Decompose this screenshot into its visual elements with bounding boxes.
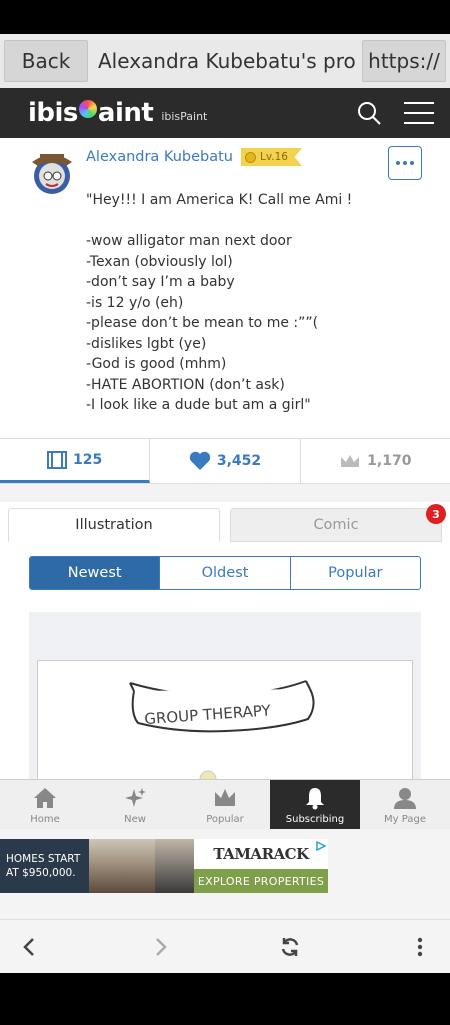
sort-bar: Newest Oldest Popular [29,556,421,590]
followers-stat[interactable]: 1,170 [301,439,450,483]
system-nav-area [0,973,450,1025]
sort-oldest-button[interactable]: Oldest [160,557,291,589]
refresh-icon[interactable] [278,935,302,959]
nav-mypage-label: My Page [384,814,426,825]
search-icon[interactable] [356,100,382,126]
logo-subtitle: ibisPaint [161,109,208,123]
film-icon [47,450,68,469]
ad-headline: HOMES START AT $950,000. [0,839,89,893]
heart-icon [189,451,211,470]
likes-stat[interactable]: 3,452 [150,439,301,483]
divider-band [0,484,450,502]
followers-count: 1,170 [367,453,412,469]
coin-icon [245,151,256,163]
avatar[interactable] [26,146,78,198]
back-button[interactable]: Back [4,40,88,82]
logo-text-left: ibis [28,98,78,128]
user-icon [394,788,416,809]
ad-banner[interactable]: HOMES START AT $950,000. TAMARACK EXPLOR… [0,829,450,919]
tab-comic[interactable]: Comic [230,508,442,542]
category-tabs: Illustration Comic [0,502,450,544]
nav-popular[interactable]: Popular [180,780,270,829]
profile-section: Alexandra Kubebatu Lv.16 "Hey!!! I am Am… [0,138,450,416]
nav-new[interactable]: New [90,780,180,829]
app-header: ibis aint ibisPaint [0,88,450,138]
comic-badge: 3 [426,504,446,524]
nav-subscribing[interactable]: Subscribing [270,780,360,829]
logo-text-right: aint [97,98,154,128]
home-icon [34,788,56,808]
nav-new-label: New [124,814,146,825]
forward-arrow-icon[interactable] [148,935,172,959]
ad-cta-button[interactable]: EXPLORE PROPERTIES [194,869,328,893]
more-vertical-icon[interactable] [408,935,432,959]
bell-icon [306,788,324,810]
palette-icon [78,100,97,118]
ad-photo-detail [155,839,195,893]
artworks-stat[interactable]: 125 [0,439,151,483]
ad-choices-icon[interactable] [316,841,326,851]
level-text: Lv.16 [260,151,288,163]
sort-popular-button[interactable]: Popular [291,557,420,589]
nav-home-label: Home [30,814,60,825]
nav-mypage[interactable]: My Page [360,780,450,829]
tab-illustration[interactable]: Illustration [8,508,220,542]
status-bar [0,0,450,34]
bottom-nav: Home New Popular Subscribing My Page [0,779,450,829]
artwork-card[interactable]: GROUP THERAPY [29,612,421,779]
url-button[interactable]: https:// [362,40,446,82]
browser-top-bar: Back Alexandra Kubebatu's profil... http… [0,34,450,88]
level-badge: Lv.16 [241,148,302,166]
browser-bottom-bar [0,919,450,973]
likes-count: 3,452 [216,453,262,469]
sparkle-icon [125,788,146,807]
nav-popular-label: Popular [206,814,244,825]
crown-icon [341,455,360,467]
ad-brand: TAMARACK [194,839,328,869]
ibispaint-logo[interactable]: ibis aint [28,98,154,128]
menu-icon[interactable] [404,102,434,124]
crown-icon [215,789,235,806]
profile-page: Alexandra Kubebatu Lv.16 "Hey!!! I am Am… [0,138,450,779]
nav-subscribing-label: Subscribing [285,814,345,825]
user-name[interactable]: Alexandra Kubebatu [86,149,233,165]
more-options-button[interactable] [388,146,422,180]
artwork-thumbnail[interactable]: GROUP THERAPY [37,660,413,779]
nav-home[interactable]: Home [0,780,90,829]
artworks-count: 125 [73,451,103,468]
profile-bio: "Hey!!! I am America K! Call me Ami ! -w… [86,192,353,413]
group-therapy-banner: GROUP THERAPY [129,680,315,779]
page-title: Alexandra Kubebatu's profil... [98,49,356,73]
back-arrow-icon[interactable] [18,935,42,959]
sort-newest-button[interactable]: Newest [30,557,161,589]
stats-bar: 125 3,452 1,170 [0,438,450,484]
